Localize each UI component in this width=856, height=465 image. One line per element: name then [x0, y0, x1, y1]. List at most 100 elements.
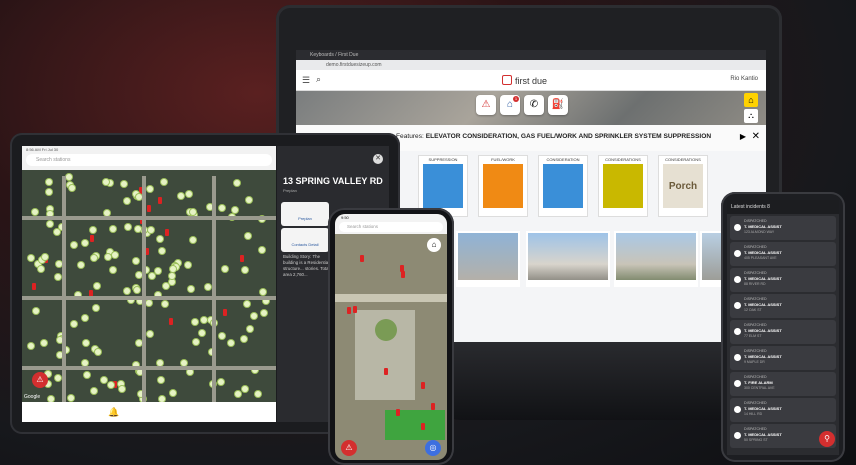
building-marker[interactable] [154, 268, 161, 275]
address-bar[interactable]: demo.firstduesizeup.com [296, 60, 766, 70]
hydrant-marker[interactable] [158, 196, 163, 204]
building-icon[interactable]: ⌂ 1 [500, 95, 520, 115]
building-marker[interactable] [218, 204, 225, 211]
building-marker[interactable] [169, 390, 176, 397]
building-marker[interactable] [54, 228, 61, 235]
building-marker[interactable] [124, 288, 131, 295]
building-marker[interactable] [82, 314, 89, 321]
menu-icon[interactable]: ☰ [302, 75, 310, 86]
search-input[interactable]: Search stations [339, 222, 443, 232]
building-marker[interactable] [124, 224, 131, 230]
building-marker[interactable] [198, 330, 205, 337]
building-photo[interactable] [456, 231, 520, 287]
building-photo[interactable] [614, 231, 698, 287]
hydrant-marker[interactable] [90, 234, 95, 242]
hydrant-marker[interactable] [421, 381, 426, 389]
feature-tile[interactable]: CONSIDERATION ELEVATOR [538, 155, 588, 217]
building-marker[interactable] [82, 240, 89, 247]
aerial-map[interactable]: ⚠ ⌂ 1 ✆ ⛽ ⌂ ⛬ [296, 91, 766, 125]
hydrant-marker[interactable] [400, 270, 405, 278]
building-marker[interactable] [157, 376, 164, 383]
building-marker[interactable] [41, 253, 48, 260]
building-marker[interactable] [45, 178, 52, 185]
hydrant-marker[interactable] [383, 367, 388, 375]
building-marker[interactable] [55, 375, 62, 382]
building-marker[interactable] [148, 273, 155, 280]
feature-tile[interactable]: CONSIDERATIONS FENCE [598, 155, 648, 217]
building-marker[interactable] [146, 185, 153, 192]
building-marker[interactable] [247, 325, 254, 332]
building-marker[interactable] [235, 390, 242, 397]
browser-tab[interactable]: Keyboards / First Due [296, 50, 766, 60]
building-marker[interactable] [242, 267, 249, 274]
building-marker[interactable] [245, 197, 252, 204]
incident-item[interactable]: DISPATCHED T. MEDICAL ASSIST 14 HILL RD [730, 398, 836, 422]
building-marker[interactable] [233, 180, 240, 187]
hydrant-marker[interactable] [400, 264, 405, 272]
building-marker[interactable] [244, 301, 251, 308]
building-marker[interactable] [71, 242, 78, 249]
building-marker[interactable] [260, 310, 267, 317]
building-marker[interactable] [200, 317, 207, 324]
building-marker[interactable] [100, 377, 107, 384]
building-marker[interactable] [133, 258, 140, 265]
building-marker[interactable] [218, 332, 225, 339]
building-marker[interactable] [119, 385, 126, 392]
building-marker[interactable] [147, 226, 154, 233]
contacts-button[interactable]: Contacts Detail [281, 228, 329, 252]
building-marker[interactable] [135, 194, 142, 201]
feature-tile[interactable]: CONSIDERATIONS Porch PORCH [658, 155, 708, 217]
building-marker[interactable] [241, 335, 248, 342]
building-marker[interactable] [242, 386, 249, 393]
home-icon[interactable]: ⌂ [744, 93, 758, 107]
building-marker[interactable] [27, 254, 34, 261]
building-marker[interactable] [95, 349, 102, 355]
building-marker[interactable] [169, 279, 176, 286]
building-marker[interactable] [204, 284, 211, 291]
building-marker[interactable] [109, 267, 116, 274]
next-icon[interactable]: ▶ [740, 132, 746, 141]
bell-icon[interactable]: 🔔 [108, 407, 119, 418]
building-marker[interactable] [189, 236, 196, 243]
building-marker[interactable] [186, 191, 193, 198]
building-marker[interactable] [159, 248, 166, 254]
building-marker[interactable] [82, 339, 89, 346]
building-marker[interactable] [91, 254, 98, 261]
hydrant-marker[interactable] [146, 204, 151, 212]
hydrant-marker[interactable] [396, 409, 401, 417]
building-marker[interactable] [31, 208, 38, 215]
preplan-button[interactable]: Preplan [281, 202, 329, 226]
incident-item[interactable]: DISPATCHED T. MEDICAL ASSIST 9 MAPLE DR [730, 346, 836, 370]
close-icon[interactable]: ✕ [752, 131, 760, 142]
hydrant-marker[interactable] [32, 283, 37, 291]
search-icon[interactable]: ⌕ [316, 74, 321, 85]
incident-item[interactable]: DISPATCHED T. MEDICAL ASSIST 88 RIVER RD [730, 268, 836, 292]
tablet-map[interactable]: 8:56 AM Fri Jul 30 Search stations Googl… [22, 146, 276, 422]
hydrant-marker[interactable] [346, 306, 351, 314]
building-photo[interactable] [526, 231, 610, 287]
building-marker[interactable] [260, 289, 267, 296]
building-marker[interactable] [121, 181, 128, 188]
building-marker[interactable] [227, 340, 234, 347]
hydrant-marker[interactable] [431, 402, 436, 410]
building-marker[interactable] [259, 246, 266, 253]
phone-icon[interactable]: ✆ [524, 95, 544, 115]
hydrant-marker[interactable] [352, 305, 357, 313]
building-marker[interactable] [180, 359, 187, 366]
building-marker[interactable] [250, 312, 257, 319]
building-marker[interactable] [231, 206, 238, 213]
hydrant-icon[interactable]: ⛽ [548, 95, 568, 115]
building-marker[interactable] [255, 391, 262, 398]
home-icon[interactable]: ⌂ [427, 238, 441, 252]
building-marker[interactable] [46, 189, 53, 196]
building-marker[interactable] [162, 283, 169, 290]
incident-item[interactable]: DISPATCHED T. FIRE ALARM 300 CENTRAL AVE [730, 372, 836, 396]
building-marker[interactable] [161, 301, 168, 308]
building-marker[interactable] [102, 178, 109, 185]
building-marker[interactable] [55, 273, 62, 280]
building-marker[interactable] [169, 266, 176, 273]
building-marker[interactable] [90, 227, 97, 234]
building-marker[interactable] [145, 299, 152, 306]
building-marker[interactable] [84, 372, 91, 379]
hydrant-marker[interactable] [165, 229, 170, 237]
